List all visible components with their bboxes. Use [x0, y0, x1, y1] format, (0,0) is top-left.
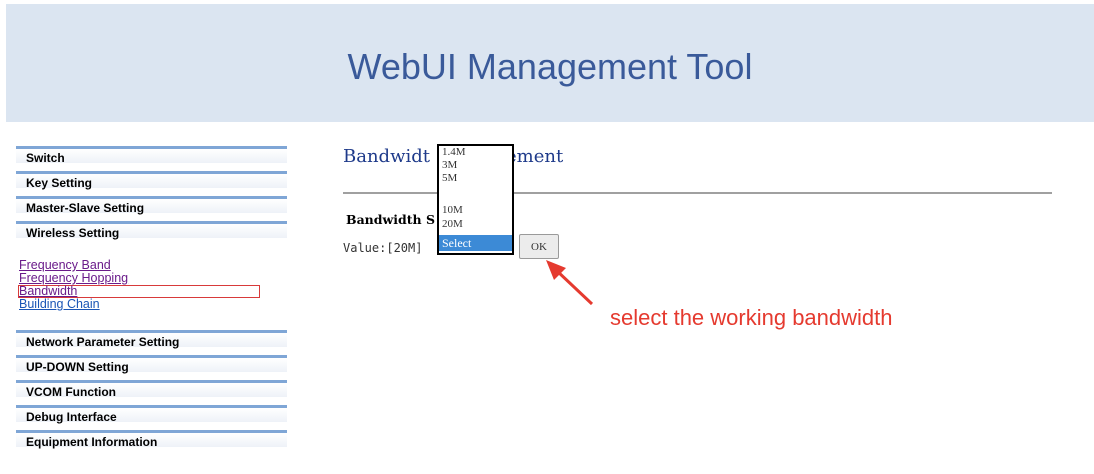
sidebar-item-wireless[interactable]: Wireless Setting	[16, 221, 287, 240]
app-title: WebUI Management Tool	[347, 46, 753, 87]
page-title-right: ement	[506, 146, 564, 167]
page-title-left: Bandwidt	[343, 146, 430, 167]
annotation-text: select the working bandwidth	[610, 305, 893, 330]
section-label: Bandwidth S	[346, 212, 435, 227]
option-1-4m[interactable]: 1.4M	[439, 146, 512, 159]
header-banner: WebUI Management Tool	[6, 4, 1094, 122]
sidebar-item-switch[interactable]: Switch	[16, 146, 287, 165]
option-20m[interactable]: 20M	[439, 218, 463, 231]
sidebar-item-equipment-info[interactable]: Equipment Information	[16, 430, 287, 449]
sidebar: Switch Key Setting Master-Slave Setting …	[16, 146, 287, 455]
current-value-label: Value:[20M]	[343, 241, 423, 255]
sidebar-item-debug[interactable]: Debug Interface	[16, 405, 287, 424]
sidebar-item-network[interactable]: Network Parameter Setting	[16, 330, 287, 349]
sidebar-item-key-setting[interactable]: Key Setting	[16, 171, 287, 190]
sidebar-item-master-slave[interactable]: Master-Slave Setting	[16, 196, 287, 215]
sublink-building-chain[interactable]: Building Chain	[19, 298, 287, 311]
option-10m[interactable]: 10M	[439, 204, 463, 217]
sidebar-item-up-down[interactable]: UP-DOWN Setting	[16, 355, 287, 374]
option-5m[interactable]: 5M	[439, 172, 512, 185]
option-select[interactable]: Select	[439, 235, 512, 251]
bandwidth-dropdown-list[interactable]: 1.4M 3M 5M 10M 20M Select	[437, 144, 514, 255]
sidebar-item-vcom[interactable]: VCOM Function	[16, 380, 287, 399]
wireless-submenu: Frequency Band Frequency Hopping Bandwid…	[16, 259, 287, 311]
annotation-arrow-icon	[546, 260, 594, 306]
option-3m[interactable]: 3M	[439, 159, 512, 172]
